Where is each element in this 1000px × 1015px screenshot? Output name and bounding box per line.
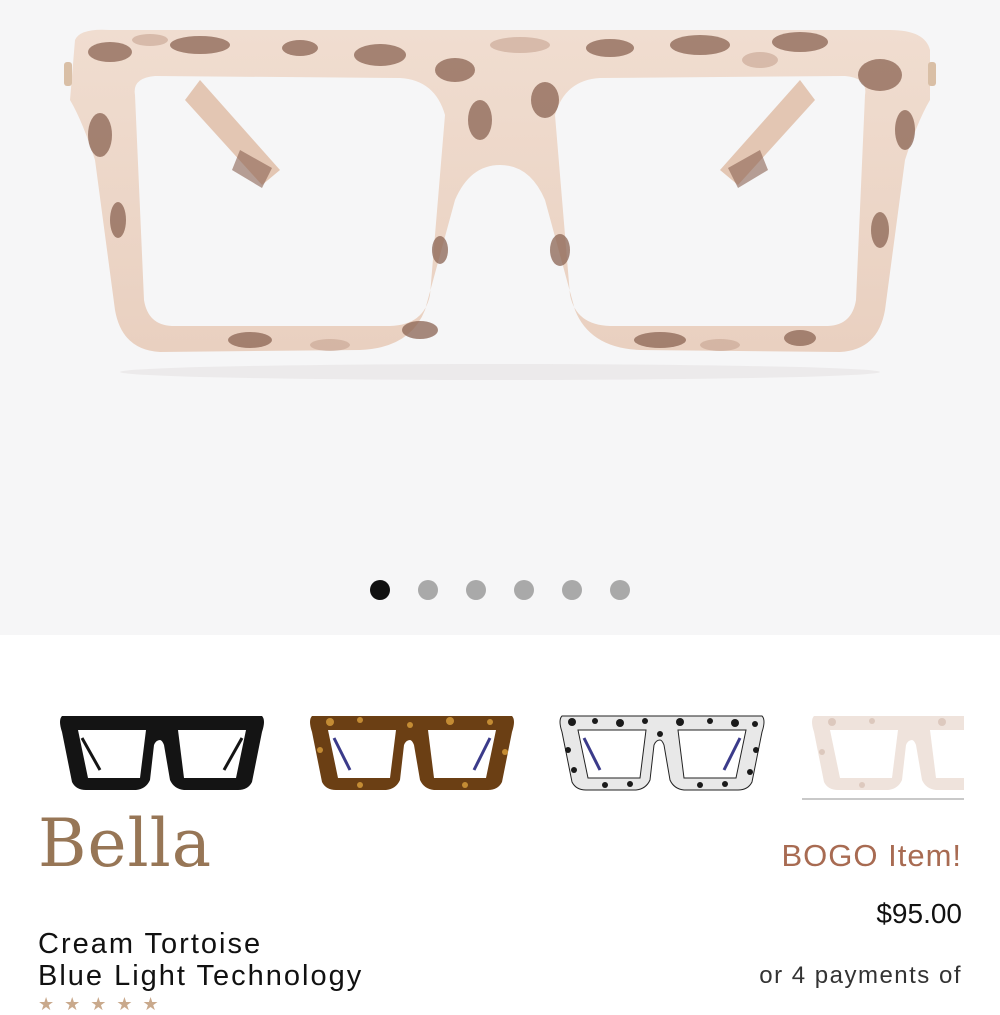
swatch-tortoise[interactable] (300, 690, 525, 798)
glasses-product-image (64, 29, 936, 380)
product-name: Bella (38, 805, 213, 882)
carousel-pagination (0, 580, 1000, 602)
leopard-frame-thumbnail (559, 715, 765, 791)
carousel-dot-4[interactable] (514, 580, 534, 600)
carousel-dot-6[interactable] (610, 580, 630, 600)
carousel-dot-3[interactable] (466, 580, 486, 600)
swatch-snow-leopard[interactable] (550, 690, 775, 798)
carousel-dot-1[interactable] (370, 580, 390, 600)
color-swatch-list (0, 690, 1000, 805)
tortoise-frame-thumbnail (310, 716, 514, 790)
carousel-dot-2[interactable] (418, 580, 438, 600)
installment-text: or 4 payments of (759, 962, 962, 989)
swatch-black[interactable] (50, 690, 275, 798)
product-image-carousel[interactable] (0, 0, 1000, 635)
product-color-line: Cream Tortoise (38, 928, 263, 960)
promo-label: BOGO Item! (781, 838, 962, 873)
swatch-cream-tortoise[interactable] (802, 690, 964, 800)
product-price: $95.00 (876, 898, 962, 929)
rating-stars[interactable]: ★★★★★ (38, 994, 169, 1015)
carousel-dot-5[interactable] (562, 580, 582, 600)
cream-tortoise-frame-thumbnail (812, 716, 964, 790)
product-feature-line: Blue Light Technology (38, 960, 364, 992)
black-frame-thumbnail (60, 716, 264, 790)
